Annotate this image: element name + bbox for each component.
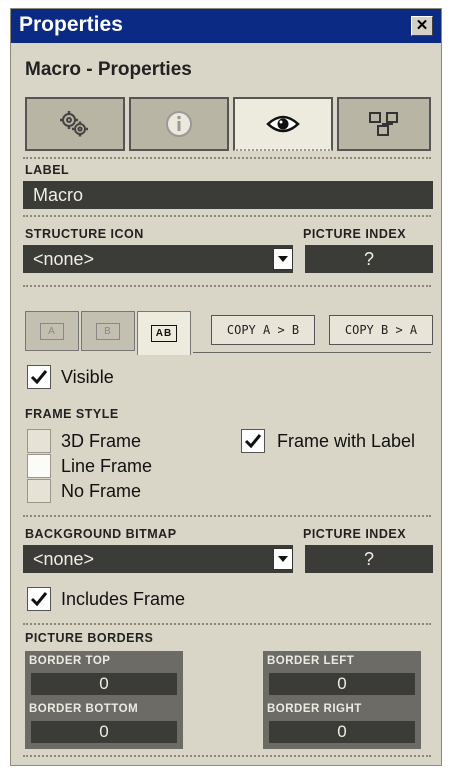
border-left-label: BORDER LEFT <box>267 655 355 667</box>
label-heading: LABEL <box>25 163 70 177</box>
info-icon <box>166 111 192 137</box>
tab-structure[interactable] <box>337 97 431 151</box>
background-bitmap-heading: BACKGROUND BITMAP <box>25 527 177 541</box>
frame-with-label-label: Frame with Label <box>277 431 416 451</box>
page-title: Macro - Properties <box>25 59 192 80</box>
picture-index-heading: PICTURE INDEX <box>303 227 407 241</box>
frame-style-heading: FRAME STYLE <box>25 407 119 421</box>
eye-icon <box>266 115 300 133</box>
structure-icon <box>369 112 398 136</box>
properties-window: Properties ✕ Macro - Properties LABEL Ma… <box>10 8 442 766</box>
close-icon: ✕ <box>415 17 429 34</box>
copy-b-to-a-button[interactable]: COPY B > A <box>329 315 433 345</box>
border-bottom-label: BORDER BOTTOM <box>29 703 139 715</box>
line-frame-label: Line Frame <box>61 456 153 476</box>
border-right-label: BORDER RIGHT <box>267 703 362 715</box>
picture-borders-heading: PICTURE BORDERS <box>25 631 154 645</box>
divider <box>23 157 431 159</box>
visible-checkbox[interactable] <box>27 365 51 389</box>
tab-appearance[interactable] <box>233 97 333 151</box>
visible-label: Visible <box>61 367 114 387</box>
no-frame-label: No Frame <box>61 481 142 501</box>
includes-frame-checkbox[interactable] <box>27 587 51 611</box>
tab-bar <box>25 97 431 153</box>
label-input[interactable]: Macro <box>23 181 433 209</box>
border-right-field[interactable]: 0 <box>269 721 415 743</box>
checkmark-icon <box>30 592 48 607</box>
divider <box>23 285 431 287</box>
title-bar[interactable]: Properties ✕ <box>11 9 441 43</box>
tab-info[interactable] <box>129 97 229 151</box>
border-left-right-panel: BORDER LEFT 0 BORDER RIGHT 0 <box>263 651 421 749</box>
border-left-field[interactable]: 0 <box>269 673 415 695</box>
divider <box>23 215 431 217</box>
close-button[interactable]: ✕ <box>411 16 433 36</box>
border-top-label: BORDER TOP <box>29 655 111 667</box>
frame-with-label-checkbox[interactable] <box>241 429 265 453</box>
border-bottom-field[interactable]: 0 <box>31 721 177 743</box>
border-top-field[interactable]: 0 <box>31 673 177 695</box>
structure-picture-index-field[interactable]: ? <box>305 245 433 273</box>
checkmark-icon <box>30 370 48 385</box>
divider <box>23 755 431 757</box>
tab-state-ab[interactable]: AB <box>137 311 191 355</box>
window-title: Properties <box>19 13 123 36</box>
includes-frame-label: Includes Frame <box>61 589 186 609</box>
no-frame-checkbox[interactable] <box>27 479 51 503</box>
state-a-icon: A <box>40 322 64 340</box>
divider <box>23 623 431 625</box>
structure-icon-heading: STRUCTURE ICON <box>25 227 144 241</box>
chevron-down-icon <box>278 556 288 562</box>
background-picture-index-heading: PICTURE INDEX <box>303 527 407 541</box>
background-bitmap-dropdown[interactable]: <none> <box>23 545 293 573</box>
state-b-icon: B <box>96 322 120 340</box>
background-picture-index-field[interactable]: ? <box>305 545 433 573</box>
chevron-down-icon <box>278 256 288 262</box>
tab-underline <box>193 352 431 353</box>
state-ab-icon: AB <box>150 325 178 342</box>
tab-state-b[interactable]: B <box>81 311 135 351</box>
divider <box>23 515 431 517</box>
tab-general[interactable] <box>25 97 125 151</box>
checkmark-icon <box>244 434 262 449</box>
3d-frame-checkbox[interactable] <box>27 429 51 453</box>
background-bitmap-dropdown-button[interactable] <box>273 548 293 570</box>
structure-icon-dropdown-button[interactable] <box>273 248 293 270</box>
tab-state-a[interactable]: A <box>25 311 79 351</box>
3d-frame-label: 3D Frame <box>61 431 142 451</box>
structure-icon-dropdown[interactable]: <none> <box>23 245 293 273</box>
border-top-bottom-panel: BORDER TOP 0 BORDER BOTTOM 0 <box>25 651 183 749</box>
gears-icon <box>60 111 88 137</box>
copy-a-to-b-button[interactable]: COPY A > B <box>211 315 315 345</box>
line-frame-checkbox[interactable] <box>27 454 51 478</box>
